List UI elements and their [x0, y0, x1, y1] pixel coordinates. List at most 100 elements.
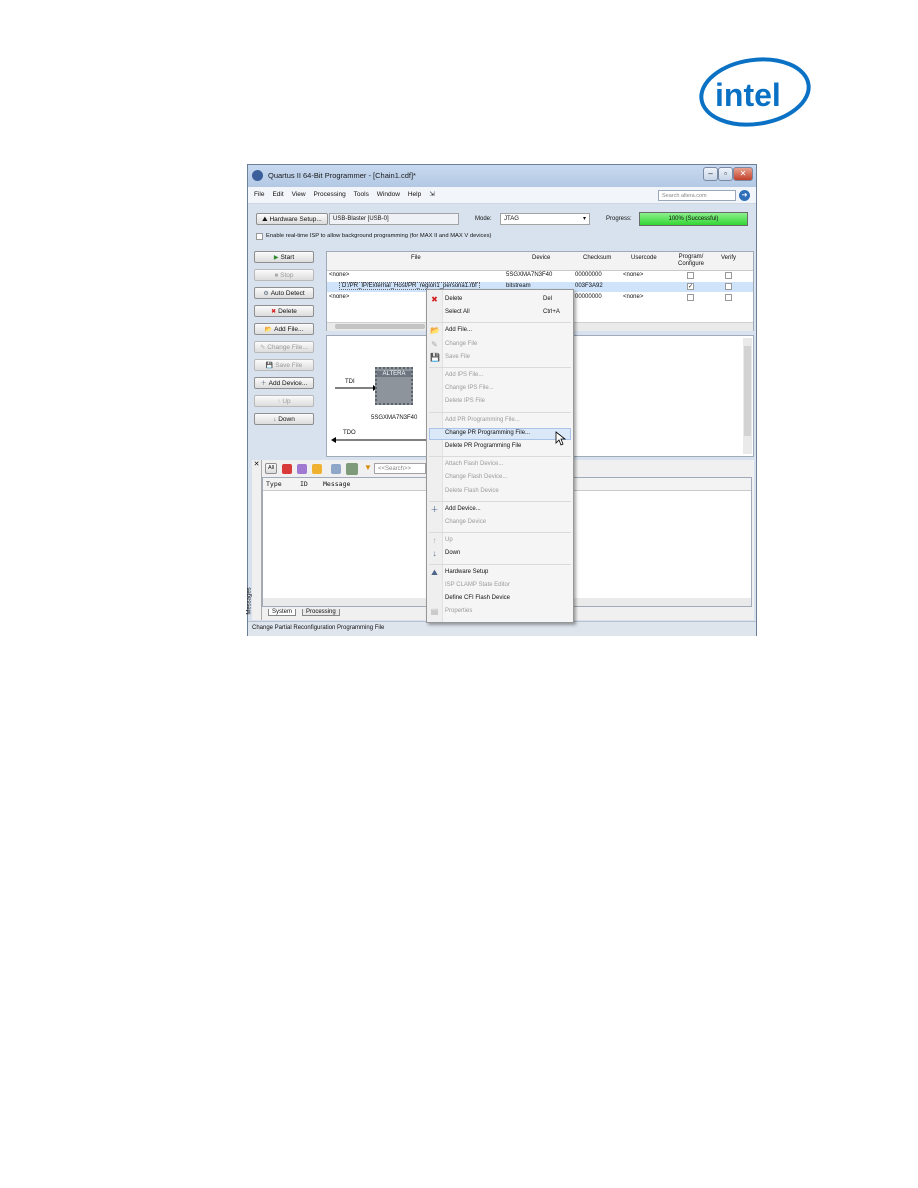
critical-warning-filter-icon[interactable] [297, 464, 307, 474]
warning-filter-icon[interactable] [312, 464, 322, 474]
hardware-setup-button[interactable]: ⛰ Hardware Setup... [256, 213, 328, 225]
menu-item-save-file[interactable]: Save File [445, 354, 470, 360]
cell-checksum: 003F3A92 [575, 283, 603, 289]
save-file-button[interactable]: 💾 Save File [254, 359, 314, 371]
menu-separator [429, 322, 571, 324]
cell-checksum: 00000000 [575, 294, 602, 300]
program-checkbox[interactable]: ✓ [687, 283, 694, 290]
tab-system[interactable]: System [268, 609, 297, 616]
menu-item-delete[interactable]: Delete [445, 296, 462, 302]
change-file-icon: ✎ [260, 345, 266, 351]
menu-item-delete-ips-file[interactable]: Delete IPS File [445, 398, 485, 404]
device-chip[interactable]: ALTERA [375, 367, 413, 405]
status-text: Change Partial Reconfiguration Programmi… [252, 625, 385, 631]
menu-item-delete-flash-device[interactable]: Delete Flash Device [445, 488, 499, 494]
add-file-icon: 📂 [430, 326, 440, 336]
progress-text: 100% (Successful) [668, 216, 719, 222]
menu-item-attach-flash-device[interactable]: Attach Flash Device... [445, 461, 503, 467]
down-button[interactable]: ↓ Down [254, 413, 314, 425]
mode-select[interactable]: JTAG ▾ [500, 213, 590, 225]
scroll-thumb[interactable] [744, 346, 751, 436]
col-message[interactable]: Message [323, 480, 350, 488]
isp-checkbox[interactable] [256, 233, 263, 240]
table-row[interactable]: <none> 5SGXMA7N3F40 00000000 <none> [327, 271, 753, 281]
menu-item-isp-clamp-state-editor[interactable]: ISP CLAMP State Editor [445, 582, 510, 588]
up-icon: ↑ [277, 399, 281, 405]
verify-checkbox[interactable] [725, 283, 732, 290]
start-button[interactable]: ▶ Start [254, 251, 314, 263]
menu-item-change-pr-programming-file[interactable]: Change PR Programming File... [445, 430, 530, 436]
verify-checkbox[interactable] [725, 272, 732, 279]
vertical-scrollbar[interactable] [743, 338, 752, 454]
stop-button[interactable]: ■ Stop [254, 269, 314, 281]
menu-separator [429, 367, 571, 368]
col-verify[interactable]: Verify [721, 255, 736, 261]
menu-item-add-ips-file[interactable]: Add IPS File... [445, 372, 483, 378]
info-filter-icon[interactable] [331, 464, 341, 474]
close-button[interactable]: ✕ [733, 167, 753, 181]
message-search-input[interactable]: <<Search>> [374, 463, 426, 474]
change-file-icon: ✎ [431, 339, 438, 349]
col-type[interactable]: Type [266, 480, 282, 488]
add-device-icon: ＋ [430, 504, 439, 514]
menu-help[interactable]: Help [408, 187, 421, 203]
filter-all-button[interactable]: All [265, 463, 277, 474]
side-button-label: Add File... [274, 326, 304, 333]
menu-item-change-flash-device[interactable]: Change Flash Device... [445, 474, 507, 480]
col-file[interactable]: File [411, 255, 421, 261]
add-file-button[interactable]: 📂 Add File... [254, 323, 314, 335]
program-checkbox[interactable] [687, 272, 694, 279]
menu-item-change-file[interactable]: Change File [445, 341, 477, 347]
add-device-button[interactable]: ＋ Add Device... [254, 377, 314, 389]
menu-item-down[interactable]: Down [445, 550, 460, 556]
delete-button[interactable]: ✖ Delete [254, 305, 314, 317]
auto-detect-button[interactable]: ⚙ Auto Detect [254, 287, 314, 299]
error-filter-icon[interactable] [282, 464, 292, 474]
messages-side-label: Messages [246, 587, 253, 615]
col-id[interactable]: ID [300, 480, 308, 488]
menu-view[interactable]: View [292, 187, 306, 203]
menu-item-select-all[interactable]: Select All [445, 309, 470, 315]
col-program[interactable]: Program/ Configure [674, 254, 708, 268]
whats-this-icon[interactable]: ⇲ [429, 187, 434, 203]
col-checksum[interactable]: Checksum [583, 255, 611, 261]
suppressed-filter-icon[interactable] [346, 463, 358, 475]
program-checkbox[interactable] [687, 294, 694, 301]
tab-processing[interactable]: Processing [302, 609, 340, 616]
delete-icon: ✖ [271, 309, 277, 315]
menu-item-change-ips-file[interactable]: Change IPS File... [445, 385, 494, 391]
menu-window[interactable]: Window [377, 187, 400, 203]
menu-processing[interactable]: Processing [314, 187, 346, 203]
add-file-icon: 📂 [264, 327, 273, 333]
search-input[interactable]: Search altera.com [658, 190, 736, 201]
filter-funnel-icon[interactable]: ▼ [364, 463, 372, 472]
col-device[interactable]: Device [532, 255, 550, 261]
menu-tools[interactable]: Tools [354, 187, 369, 203]
col-usercode[interactable]: Usercode [631, 255, 657, 261]
context-menu: ✖ Delete Del Select All Ctrl+A 📂 Add File... ✎ C… [426, 289, 574, 623]
progress-bar: 100% (Successful) [639, 212, 748, 226]
scroll-thumb[interactable] [335, 324, 425, 329]
change-file-button[interactable]: ✎ Change File... [254, 341, 314, 353]
menu-item-change-device[interactable]: Change Device [445, 519, 486, 525]
menu-item-add-device[interactable]: Add Device... [445, 506, 481, 512]
menu-item-add-pr-programming-file[interactable]: Add PR Programming File... [445, 417, 520, 423]
up-button[interactable]: ↑ Up [254, 395, 314, 407]
menu-separator [429, 563, 571, 565]
verify-checkbox[interactable] [725, 294, 732, 301]
maximize-button[interactable]: ▫ [718, 167, 733, 181]
menu-item-add-file[interactable]: Add File... [445, 327, 472, 333]
menu-item-up[interactable]: Up [445, 537, 453, 543]
menu-item-properties[interactable]: Properties [445, 608, 472, 614]
minimize-button[interactable]: – [703, 167, 718, 181]
menu-item-hardware-setup[interactable]: Hardware Setup [445, 569, 488, 575]
messages-side-tab: ✕ Messages [247, 460, 262, 620]
menu-item-define-cfi-flash-device[interactable]: Define CFI Flash Device [445, 595, 510, 601]
side-button-label: Down [278, 416, 295, 423]
menu-edit[interactable]: Edit [272, 187, 283, 203]
search-icon[interactable]: ➜ [739, 190, 750, 201]
close-icon[interactable]: ✕ [252, 460, 261, 468]
tdo-label: TDO [343, 430, 356, 436]
menu-item-delete-pr-programming-file[interactable]: Delete PR Programming File [445, 443, 521, 449]
menu-file[interactable]: File [254, 187, 264, 203]
